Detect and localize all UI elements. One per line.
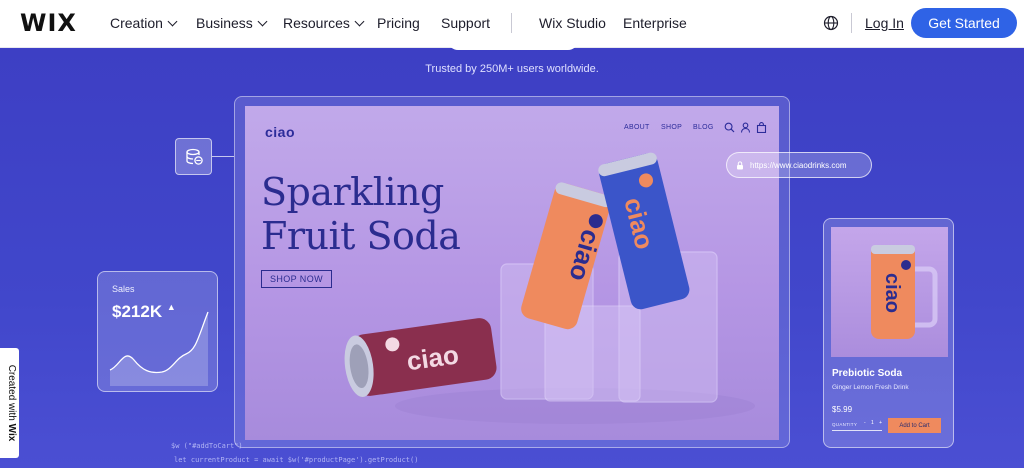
database-card (175, 138, 212, 175)
nav-support-label: Support (441, 15, 491, 31)
get-started-button[interactable]: Get Started (911, 8, 1017, 38)
quantity-value: 1 (870, 420, 874, 426)
nav-business[interactable]: Business (196, 15, 268, 31)
code-line-2: let currentProduct = await $w('#productP… (174, 456, 419, 464)
nav-tab-indicator (448, 40, 578, 50)
nav-resources[interactable]: Resources (283, 15, 365, 31)
nav-business-label: Business (196, 15, 253, 31)
sales-card: Sales $212K ▲ (97, 271, 218, 392)
quantity-underline (832, 430, 882, 431)
nav-wix-studio-label: Wix Studio (539, 15, 606, 31)
globe-icon[interactable] (823, 15, 839, 31)
created-with-brand: Wix (6, 423, 17, 442)
product-subtitle: Ginger Lemon Fresh Drink (832, 384, 909, 391)
nav-creation-label: Creation (110, 15, 163, 31)
created-with-label: Created with (6, 364, 17, 421)
minus-icon[interactable]: - (864, 420, 866, 428)
can-brand-text: ciao (881, 273, 903, 313)
nav-enterprise[interactable]: Enterprise (623, 15, 687, 31)
nav-pricing[interactable]: Pricing (377, 15, 420, 31)
soda-cans-photo: ciao ciao ciao (344, 152, 755, 424)
chevron-down-icon (167, 16, 178, 26)
url-text: https://www.ciaodrinks.com (750, 160, 847, 170)
url-bar[interactable]: https://www.ciaodrinks.com (726, 152, 872, 178)
trusted-text: Trusted by 250M+ users worldwide. (425, 63, 599, 75)
connector-line (212, 156, 234, 157)
nav-pricing-label: Pricing (377, 15, 420, 31)
lock-icon (737, 160, 743, 169)
product-name: Prebiotic Soda (832, 368, 903, 379)
created-with-text: Created with Wix (3, 348, 17, 458)
product-card: ciao Prebiotic Soda Ginger Lemon Fresh D… (823, 218, 954, 448)
add-to-cart-button[interactable]: Add to Cart (888, 418, 941, 433)
sales-label: Sales (112, 284, 135, 294)
chevron-down-icon (354, 16, 365, 26)
nav-divider (851, 13, 852, 33)
plus-icon[interactable]: + (879, 420, 882, 428)
sales-sparkline (109, 311, 209, 386)
website-preview: ciao ABOUT SHOP BLOG Sparkling Fruit Sod… (245, 106, 779, 440)
nav-creation[interactable]: Creation (110, 15, 178, 31)
product-image[interactable]: ciao (831, 227, 948, 357)
code-line-1: $w ("#addToCart") (171, 442, 243, 450)
created-with-wix-badge[interactable]: Created with Wix (0, 348, 19, 458)
nav-resources-label: Resources (283, 15, 350, 31)
quantity-stepper[interactable]: - 1 + (864, 420, 882, 428)
nav-wix-studio[interactable]: Wix Studio (539, 15, 606, 31)
nav-enterprise-label: Enterprise (623, 15, 687, 31)
chevron-down-icon (257, 16, 268, 26)
product-price: $5.99 (832, 405, 853, 414)
nav-divider (511, 13, 512, 33)
login-link[interactable]: Log In (865, 15, 904, 31)
nav-support[interactable]: Support (441, 15, 490, 31)
database-icon (185, 148, 203, 165)
orange-can-image: ciao (871, 245, 938, 339)
quantity-label: QUANTITY (832, 422, 858, 427)
wix-logo[interactable]: WIX (20, 9, 77, 37)
